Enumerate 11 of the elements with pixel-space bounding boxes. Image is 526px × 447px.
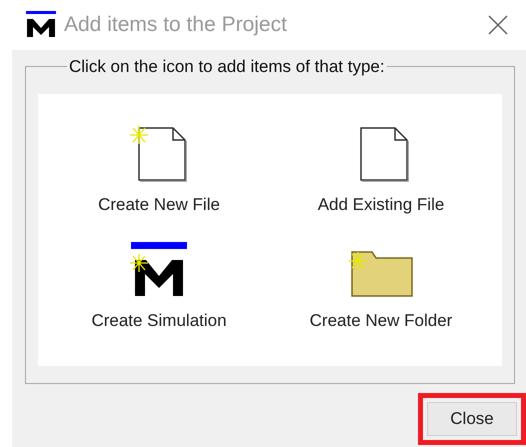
item-label[interactable]: Create Simulation: [91, 308, 227, 334]
window-title: Add items to the Project: [64, 12, 287, 38]
simulation-icon[interactable]: [129, 242, 189, 298]
new-file-icon[interactable]: [129, 126, 189, 182]
close-icon[interactable]: [488, 15, 508, 35]
close-button[interactable]: Close: [427, 402, 517, 436]
item-label[interactable]: Add Existing File: [318, 192, 444, 218]
item-label[interactable]: Create New File: [98, 192, 220, 218]
group-legend: Click on the icon to add items of that type:: [67, 57, 387, 77]
item-label[interactable]: Create New Folder: [310, 308, 452, 334]
app-logo-icon: [26, 11, 56, 39]
